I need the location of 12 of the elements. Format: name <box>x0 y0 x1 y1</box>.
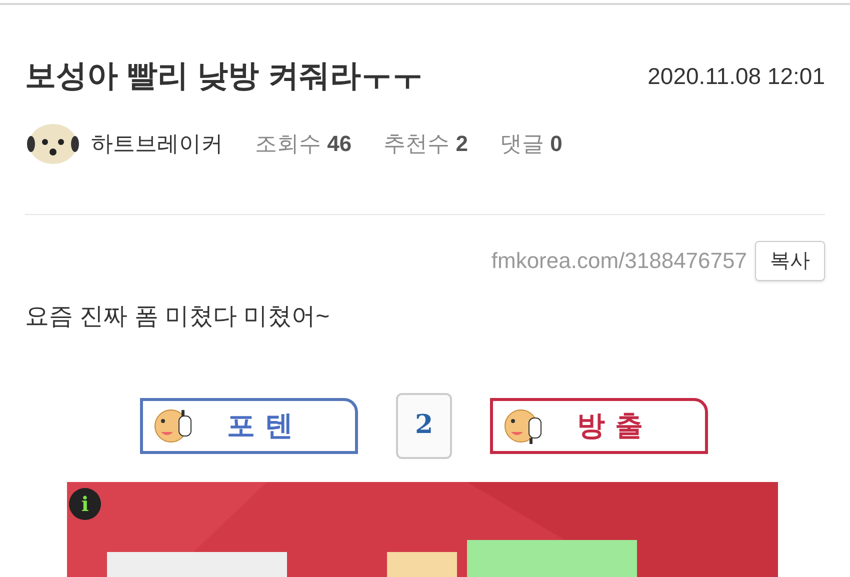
post-date: 2020.11.08 12:01 <box>648 62 825 91</box>
post-stat: 댓글 0 <box>500 130 562 158</box>
vote-count: 2 <box>396 392 452 458</box>
post-title: 보성아 빨리 낮방 켜줘라ㅜㅜ <box>25 57 423 95</box>
upvote-button[interactable]: 포텐 <box>140 398 358 454</box>
downvote-button[interactable]: 방출 <box>490 398 708 454</box>
copy-button[interactable]: 복사 <box>755 240 825 280</box>
post-body: 요즘 진짜 폼 미쳤다 미쳤어~ <box>25 302 331 332</box>
post-stat: 추천수 2 <box>384 130 468 158</box>
avatar-icon <box>25 122 81 166</box>
post-stat: 조회수 46 <box>255 130 352 158</box>
author-name[interactable]: 하트브레이커 <box>91 127 223 160</box>
